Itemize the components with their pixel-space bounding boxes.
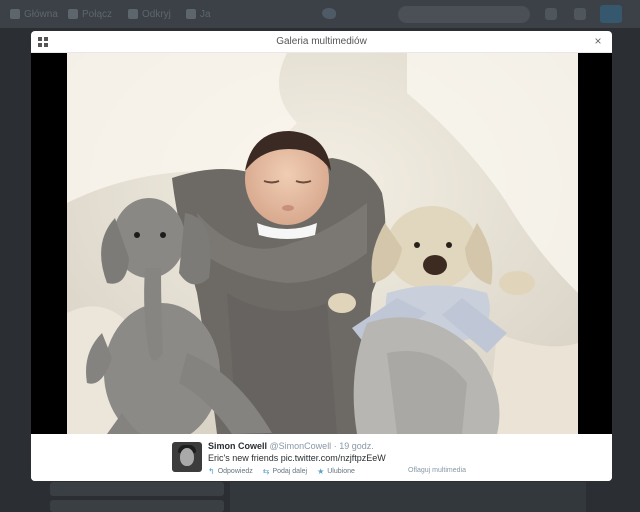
home-icon <box>10 9 20 19</box>
retweet-button[interactable]: ⇆ Podaj dalej <box>263 467 307 476</box>
nav-discover[interactable]: Odkryj <box>128 7 171 21</box>
media-viewer <box>31 53 612 434</box>
twitter-bird-icon[interactable] <box>322 8 336 19</box>
reply-label: Odpowiedz <box>217 468 253 475</box>
media-gallery-modal: Galeria multimediów × Simon Cowell @Simo… <box>31 31 612 481</box>
retweet-icon: ⇆ <box>262 467 270 476</box>
nav-home-label: Główna <box>24 8 58 20</box>
direct-messages-icon[interactable] <box>545 8 557 20</box>
nav-me-label: Ja <box>200 8 211 20</box>
avatar-face <box>180 448 194 466</box>
avatar[interactable] <box>172 442 202 472</box>
reply-button[interactable]: ↰ Odpowiedz <box>208 467 253 476</box>
tweet-details: Simon Cowell @SimonCowell · 19 godz. Eri… <box>31 434 612 481</box>
flag-media-link[interactable]: Oflaguj multimedia <box>408 467 466 474</box>
photo-illustration <box>67 53 578 434</box>
tweet-text: Eric's new friends pic.twitter.com/nzjft… <box>208 453 386 463</box>
retweet-label: Podaj dalej <box>272 468 308 475</box>
favorite-button[interactable]: ★ Ulubione <box>317 467 355 476</box>
at-sign-icon <box>68 9 78 19</box>
background-card <box>50 482 224 496</box>
nav-discover-label: Odkryj <box>142 8 171 20</box>
gear-icon[interactable] <box>574 8 586 20</box>
background-timeline <box>230 482 586 512</box>
tweet-photo[interactable] <box>67 53 578 434</box>
star-icon: ★ <box>317 467 325 476</box>
tweet-separator: · <box>333 441 337 451</box>
user-icon <box>186 9 196 19</box>
modal-header: Galeria multimediów × <box>31 31 612 53</box>
nav-home[interactable]: Główna <box>10 7 58 21</box>
tweet-timestamp[interactable]: 19 godz. <box>339 441 374 451</box>
hashtag-icon <box>128 9 138 19</box>
search-input[interactable] <box>398 6 530 23</box>
nav-me[interactable]: Ja <box>186 7 211 21</box>
tweet-author-handle[interactable]: @SimonCowell <box>270 441 332 451</box>
background-card <box>50 500 224 512</box>
modal-title: Galeria multimediów <box>276 36 367 47</box>
reply-icon: ↰ <box>208 467 215 476</box>
close-icon[interactable]: × <box>592 34 604 48</box>
nav-connect-label: Połącz <box>82 8 113 20</box>
compose-tweet-button[interactable] <box>600 5 622 23</box>
tweet-header: Simon Cowell @SimonCowell · 19 godz. <box>208 441 374 451</box>
tweet-actions: ↰ Odpowiedz ⇆ Podaj dalej ★ Ulubione <box>208 467 355 476</box>
nav-connect[interactable]: Połącz <box>68 7 112 21</box>
top-navigation-bar: Główna Połącz Odkryj Ja <box>0 0 640 28</box>
favorite-label: Ulubione <box>327 468 355 475</box>
tweet-author-name[interactable]: Simon Cowell <box>208 441 267 451</box>
